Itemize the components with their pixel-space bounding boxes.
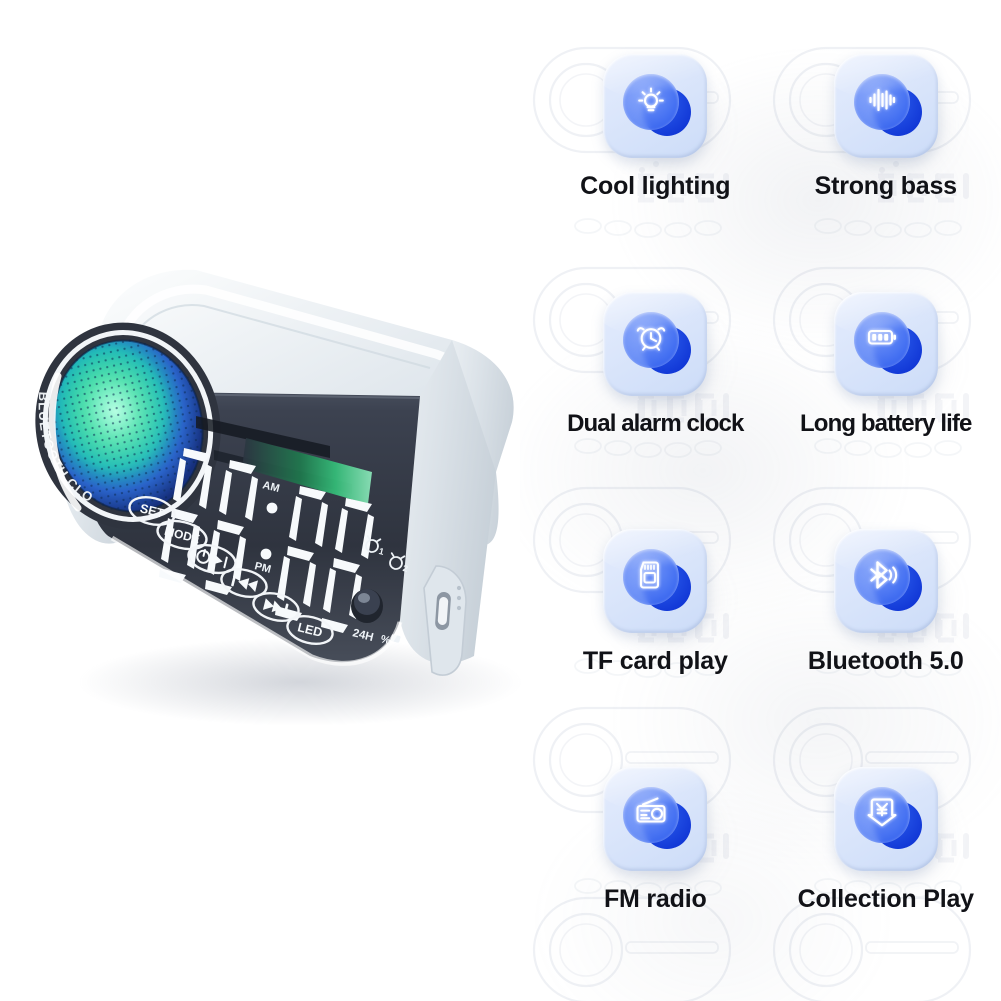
feature-grid: Cool lighting Strong bass Dual alarm clo… <box>540 40 1001 990</box>
feature-tile <box>833 54 938 158</box>
feature-item-cool-lighting[interactable]: Cool lighting <box>540 40 771 278</box>
feature-tile <box>603 54 708 158</box>
volume-knob[interactable] <box>351 589 383 623</box>
feature-item-strong-bass[interactable]: Strong bass <box>771 40 1001 278</box>
glyph-disc <box>853 549 910 605</box>
glyph-disc <box>623 549 680 605</box>
feature-item-bluetooth[interactable]: Bluetooth 5.0 <box>771 515 1001 753</box>
product-image: BLUETOOTH CLOCK <box>0 236 560 756</box>
glyph-disc <box>853 74 910 130</box>
feature-tile <box>833 529 938 633</box>
feature-item-tf-card-play[interactable]: TF card play <box>540 515 771 753</box>
feature-tile <box>833 291 938 396</box>
download-yen-icon <box>865 795 899 834</box>
feature-tile <box>603 529 708 633</box>
feature-tile <box>603 291 708 396</box>
product-feature-poster: BLUETOOTH CLOCK <box>0 0 1001 1001</box>
usb-port-panel <box>423 565 467 676</box>
glyph-disc <box>623 74 680 130</box>
sd-card-icon <box>634 558 668 597</box>
feature-tile <box>603 766 708 871</box>
battery-icon <box>865 320 899 359</box>
feature-item-collection-play[interactable]: Collection Play <box>771 753 1001 991</box>
feature-tile <box>833 766 938 871</box>
feature-item-fm-radio[interactable]: FM radio <box>540 753 771 991</box>
bluetooth-icon <box>865 558 899 597</box>
glyph-disc <box>623 786 680 843</box>
radio-icon <box>634 795 668 834</box>
feature-item-dual-alarm-clock[interactable]: Dual alarm clock <box>540 278 771 516</box>
glyph-disc <box>623 311 680 368</box>
feature-item-long-battery-life[interactable]: Long battery life <box>771 278 1001 516</box>
glyph-disc <box>853 311 910 368</box>
glyph-disc <box>853 786 910 843</box>
alarm-clock-icon <box>634 320 668 359</box>
sound-wave-icon <box>865 83 899 122</box>
lightbulb-icon <box>634 83 668 122</box>
